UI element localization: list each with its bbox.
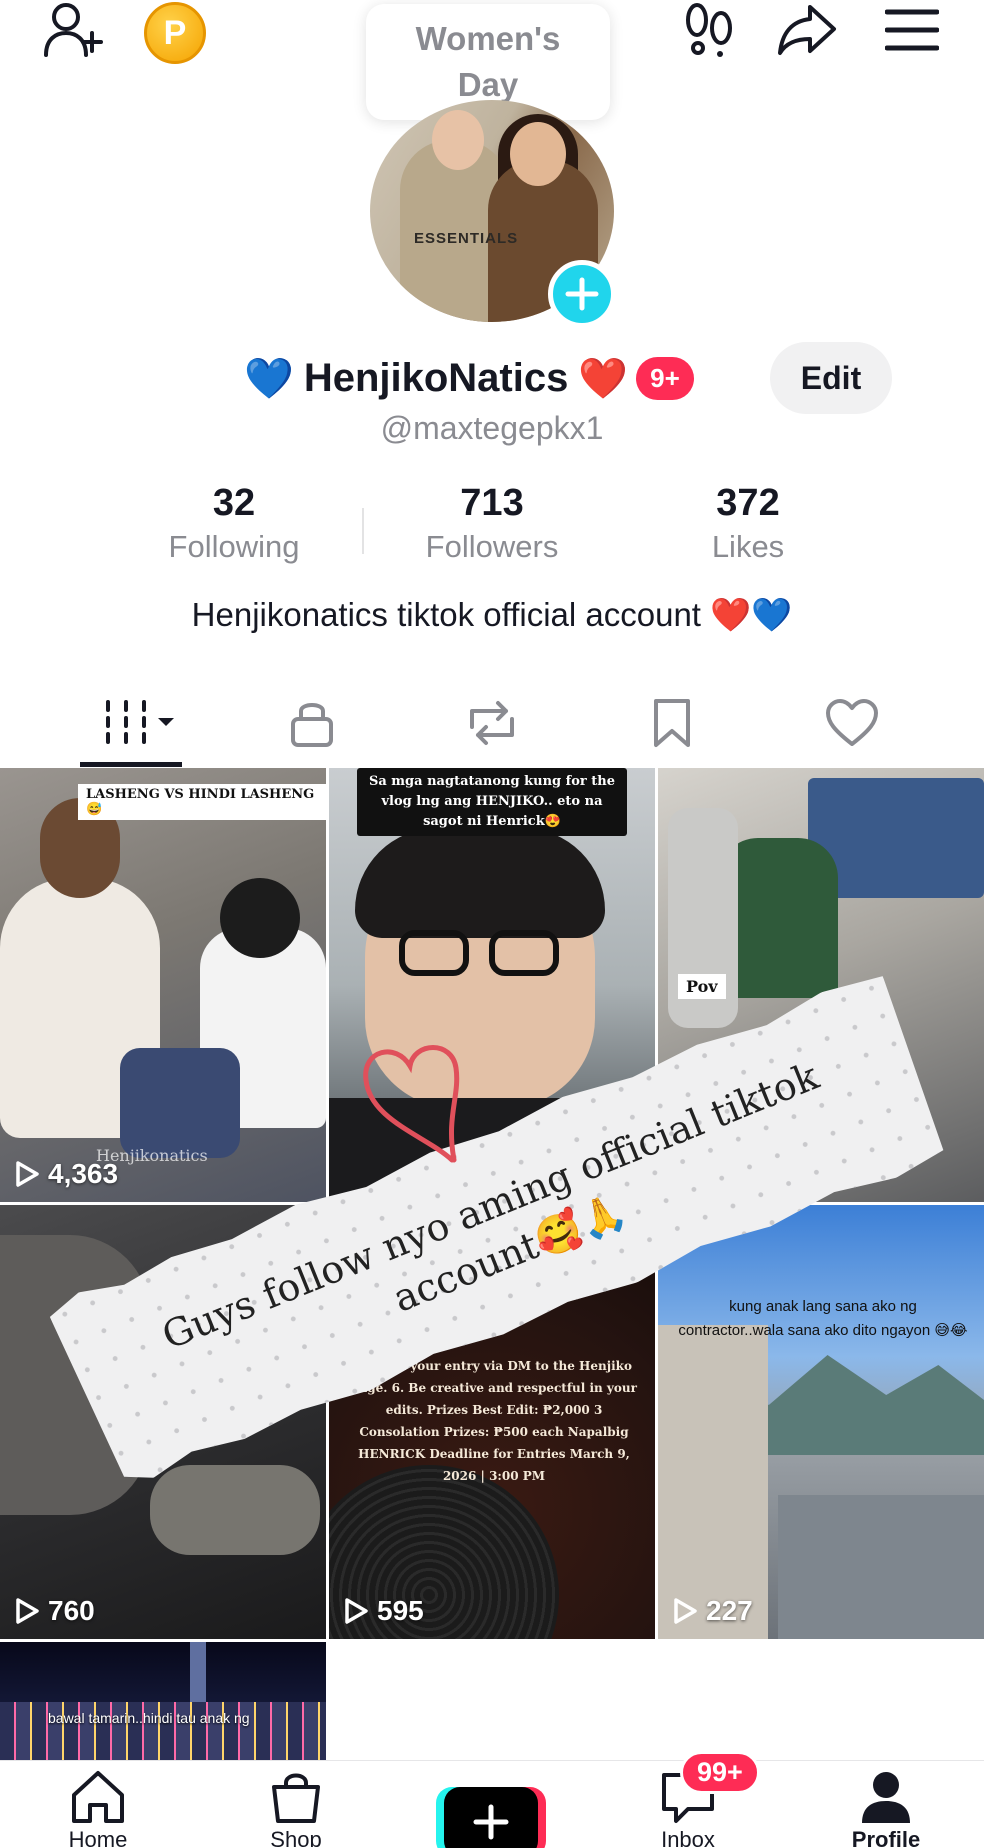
username: @maxtegepkx1 (380, 410, 604, 446)
coin-letter: P (163, 13, 187, 52)
video-caption: bawal tamarin..hindi tau anak ng (48, 1710, 250, 1726)
profile-icon (862, 1772, 910, 1823)
view-count: 595 (343, 1595, 424, 1627)
view-count-value: 227 (706, 1595, 753, 1626)
nav-inbox-label: Inbox (661, 1827, 715, 1847)
blue-heart-icon: 💙 (244, 356, 294, 401)
add-friend-icon[interactable] (38, 0, 108, 60)
view-count-value: 760 (48, 1595, 95, 1626)
stat-label: Following (168, 529, 300, 564)
stat-following[interactable]: 32 Following (134, 482, 334, 565)
create-button[interactable] (436, 1787, 546, 1848)
video-photo-shape (150, 1465, 320, 1555)
view-count: 4,363 (14, 1158, 118, 1190)
video-photo-building (658, 1325, 768, 1639)
play-icon (674, 1598, 697, 1624)
repost-icon (470, 701, 514, 745)
add-story-button[interactable] (548, 260, 616, 328)
video-photo-glasses (399, 930, 469, 976)
footprints-icon[interactable] (676, 0, 742, 60)
video-thumbnail[interactable]: bawal tamarin..hindi tau anak ng (0, 1642, 326, 1760)
menu-icon[interactable] (880, 0, 944, 60)
video-thumbnail[interactable]: kung anak lang sana ako ng contractor..w… (658, 1205, 984, 1639)
stat-followers[interactable]: 713 Followers (392, 482, 592, 565)
tab-private[interactable] (252, 680, 372, 766)
video-caption: Pov (678, 974, 726, 999)
coin-icon[interactable]: P (144, 2, 206, 64)
inbox-badge: 99+ (680, 1751, 760, 1794)
view-count: 227 (672, 1595, 753, 1627)
notification-badge[interactable]: 9+ (636, 356, 694, 400)
video-caption: kung anak lang sana ako ng contractor..w… (678, 1298, 968, 1339)
video-photo-building (778, 1495, 984, 1639)
lock-icon (291, 703, 333, 747)
grid-icon (106, 700, 174, 744)
profile-name-row: 💙 HenjikoNatics ❤️ 9+ (244, 346, 694, 410)
video-caption: Sa mga nagtatanong kung for the vlog lng… (357, 768, 627, 836)
nav-profile-label: Profile (851, 1827, 921, 1847)
nav-profile[interactable]: Profile (816, 1769, 956, 1847)
video-photo-glasses (489, 930, 559, 976)
stat-value: 713 (460, 482, 524, 524)
plus-icon (565, 277, 599, 311)
hand-drawn-heart-icon (363, 1045, 460, 1163)
create-button-face (444, 1787, 538, 1848)
tab-saved[interactable] (612, 680, 732, 766)
stat-label: Followers (425, 529, 559, 564)
video-photo-hair (355, 828, 605, 938)
edit-profile-button[interactable]: Edit (770, 342, 892, 414)
video-photo-head (220, 878, 300, 958)
play-icon (16, 1161, 39, 1187)
display-name: HenjikoNatics (303, 355, 569, 400)
video-thumbnail[interactable]: LASHENG VS HINDI LASHENG😅 Henjikonatics … (0, 768, 326, 1202)
video-photo-shorts (120, 1048, 240, 1158)
view-count-value: 4,363 (48, 1158, 119, 1189)
heart-icon (826, 699, 878, 746)
tab-videos[interactable] (80, 680, 200, 766)
video-caption: LASHENG VS HINDI LASHENG😅 (78, 784, 326, 820)
stat-value: 372 (716, 482, 780, 524)
red-heart-icon: ❤️ (578, 356, 629, 401)
plus-icon (473, 1804, 509, 1840)
content-tabs (0, 680, 984, 766)
profile-bio: Henjikonatics tiktok official account ❤️… (191, 596, 793, 633)
bookmark-icon (654, 699, 690, 747)
profile-stats: 32 Following 713 Followers 372 Likes (140, 482, 840, 582)
shopping-bag-icon (272, 1773, 320, 1823)
stat-likes[interactable]: 372 Likes (648, 482, 848, 565)
view-count: 760 (14, 1595, 95, 1627)
nav-shop[interactable]: Shop (226, 1769, 366, 1847)
active-tab-indicator (80, 762, 182, 767)
home-icon (72, 1771, 124, 1823)
tab-liked[interactable] (792, 680, 912, 766)
avatar-photo-head (510, 122, 566, 186)
top-bar: P Women's Day (0, 0, 984, 120)
avatar-photo-head (432, 110, 484, 170)
tab-reposts[interactable] (432, 680, 552, 766)
view-count-value: 595 (377, 1595, 424, 1626)
stat-label: Likes (711, 529, 785, 564)
stat-value: 32 (212, 482, 256, 524)
nav-home-label: Home (68, 1827, 128, 1847)
nav-home[interactable]: Home (28, 1769, 168, 1847)
stat-divider (362, 508, 364, 554)
tooltip-line-1: Women's (415, 20, 561, 57)
play-icon (16, 1598, 39, 1624)
avatar-shirt-text: ESSENTIALS (414, 230, 519, 247)
share-icon[interactable] (772, 0, 842, 60)
bottom-navigation: Home Shop Inbox 99+ Profile (0, 1751, 984, 1848)
play-icon (345, 1598, 368, 1624)
nav-shop-label: Shop (270, 1827, 322, 1847)
